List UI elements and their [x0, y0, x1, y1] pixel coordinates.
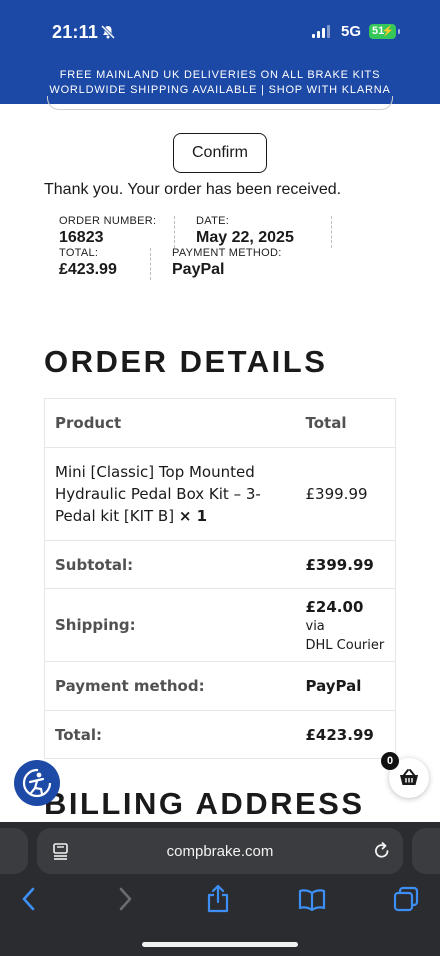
order-total: £423.99 — [59, 261, 117, 278]
table-header-row: Product Total — [44, 398, 396, 448]
bell-slash-icon — [100, 24, 116, 40]
share-icon[interactable] — [205, 884, 231, 914]
back-icon[interactable] — [18, 884, 40, 914]
order-details-table: Product Total Mini [Classic] Top Mounted… — [44, 398, 396, 759]
payment-method-row-label: Payment method: — [44, 661, 296, 711]
confirm-button[interactable]: Confirm — [173, 133, 267, 173]
product-price: £399.99 — [295, 447, 396, 541]
overview-divider — [150, 248, 151, 280]
total-row-value: £423.99 — [295, 710, 396, 759]
product-quantity: × 1 — [178, 507, 208, 525]
forward-icon[interactable] — [114, 884, 136, 914]
total-label: TOTAL: — [59, 247, 99, 259]
cellular-signal-icon — [312, 25, 330, 38]
promo-banner: FREE MAINLAND UK DELIVERIES ON ALL BRAKE… — [0, 68, 440, 98]
order-number-label: ORDER NUMBER: — [59, 215, 157, 227]
payment-method-label: PAYMENT METHOD: — [172, 247, 282, 259]
shipping-cell: £24.00 via DHL Courier — [295, 588, 396, 662]
tabs-icon[interactable] — [392, 884, 420, 914]
bookmarks-icon[interactable] — [297, 884, 327, 914]
product-name-link[interactable]: Mini [Classic] Top Mounted Hydraulic Ped… — [55, 463, 261, 525]
product-cell: Mini [Classic] Top Mounted Hydraulic Ped… — [44, 447, 296, 541]
subtotal-label: Subtotal: — [44, 540, 296, 589]
battery-icon: 51 ⚡ — [369, 24, 400, 39]
order-date: May 22, 2025 — [196, 229, 294, 246]
total-row-label: Total: — [44, 710, 296, 759]
table-row: Mini [Classic] Top Mounted Hydraulic Ped… — [44, 447, 396, 541]
network-type: 5G — [341, 23, 362, 40]
date-label: DATE: — [196, 215, 230, 227]
home-indicator[interactable] — [142, 942, 298, 947]
billing-address-heading: BILLING ADDRESS — [44, 786, 365, 821]
previous-form-box — [47, 96, 393, 110]
reload-icon[interactable] — [372, 841, 392, 861]
header-total: Total — [295, 398, 396, 448]
order-number: 16823 — [59, 229, 104, 246]
status-time: 21:11 — [52, 22, 99, 42]
payment-method: PayPal — [172, 261, 225, 278]
thank-you-message: Thank you. Your order has been received. — [44, 181, 342, 198]
payment-method-row-value: PayPal — [295, 661, 396, 711]
subtotal-value: £399.99 — [295, 540, 396, 589]
shipping-via: via — [305, 618, 325, 634]
shipping-amount: £24.00 — [305, 597, 364, 616]
table-row: Payment method: PayPal — [44, 661, 396, 711]
table-row: Total: £423.99 — [44, 710, 396, 759]
order-details-heading: ORDER DETAILS — [44, 344, 328, 379]
shipping-courier: DHL Courier — [305, 637, 385, 653]
promo-line-1: FREE MAINLAND UK DELIVERIES ON ALL BRAKE… — [59, 69, 381, 81]
shipping-label: Shipping: — [44, 588, 296, 662]
table-row: Subtotal: £399.99 — [44, 540, 396, 589]
shopping-basket-icon — [400, 769, 418, 785]
table-row: Shipping: £24.00 via DHL Courier — [44, 588, 396, 662]
accessibility-icon — [22, 768, 52, 798]
accessibility-button[interactable] — [14, 760, 60, 806]
overview-divider — [174, 216, 175, 248]
site-header-banner: 21:11 5G 51 ⚡ FREE MAINLAND UK DELIVERIES… — [0, 0, 440, 104]
header-product: Product — [44, 398, 296, 448]
cart-count-badge: 0 — [381, 752, 399, 770]
overview-divider — [331, 216, 332, 248]
